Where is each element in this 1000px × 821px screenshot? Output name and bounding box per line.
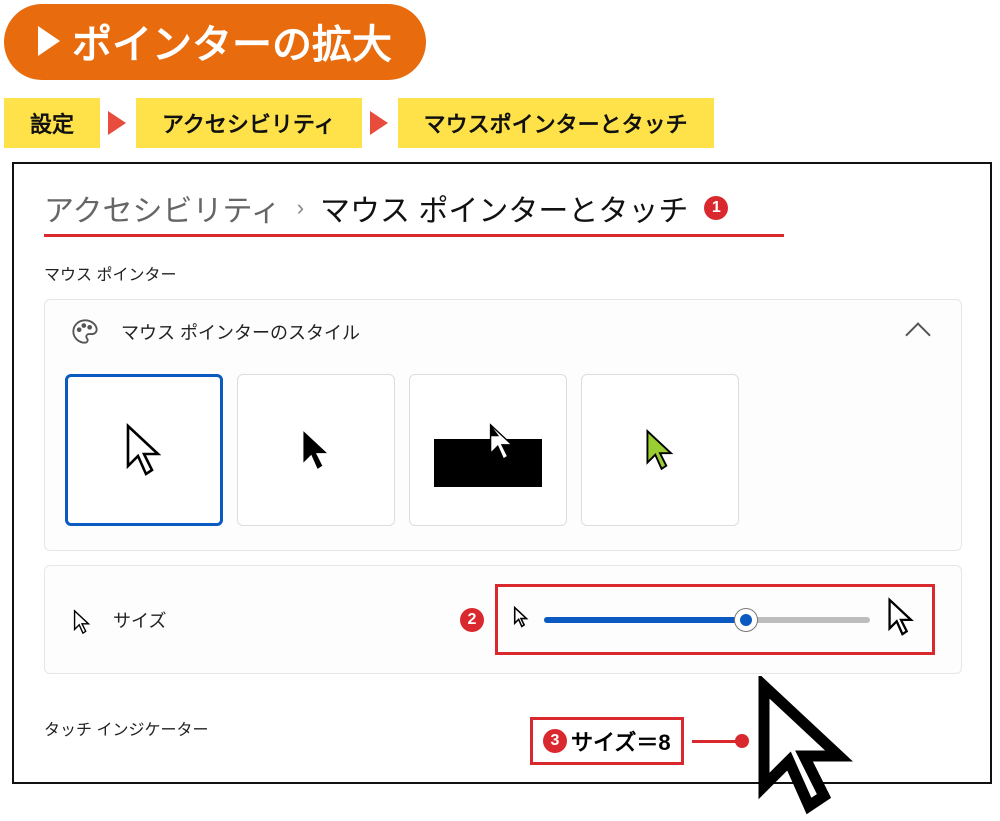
underline-highlight — [44, 234, 784, 237]
navigation-path: 設定 アクセシビリティ マウスポインターとタッチ — [4, 98, 1000, 148]
chevron-up-icon — [905, 322, 930, 347]
pointer-style-custom[interactable] — [581, 374, 739, 526]
pointer-style-title: マウス ポインターのスタイル — [121, 319, 887, 345]
pointer-style-options — [45, 364, 961, 550]
annotation-text: サイズ＝8 — [571, 725, 671, 757]
path-step-mouse-touch: マウスポインターとタッチ — [398, 98, 714, 148]
callout-badge-3: 3 — [543, 729, 567, 753]
path-step-settings: 設定 — [4, 98, 100, 148]
cursor-lime-icon — [643, 428, 677, 472]
size-value-annotation: 3 サイズ＝8 — [530, 717, 742, 765]
chevron-right-icon: › — [297, 195, 304, 221]
pointer-style-inverted[interactable] — [409, 374, 567, 526]
settings-window: アクセシビリティ › マウス ポインターとタッチ 1 マウス ポインター マウス… — [12, 162, 992, 784]
path-step-accessibility: アクセシビリティ — [136, 98, 362, 148]
pointer-size-slider[interactable] — [544, 617, 870, 623]
breadcrumb-parent[interactable]: アクセシビリティ — [44, 186, 281, 230]
section-mouse-pointer-label: マウス ポインター — [44, 261, 962, 285]
cursor-white-icon — [122, 422, 166, 478]
cursor-inverted-icon — [487, 422, 517, 462]
annotation-box: 3 サイズ＝8 — [530, 717, 684, 765]
cursor-small-icon — [71, 609, 93, 631]
pointer-style-black[interactable] — [237, 374, 395, 526]
cursor-black-icon — [299, 428, 333, 472]
callout-badge-2: 2 — [460, 608, 484, 632]
pointer-size-slider-highlight: 2 — [495, 584, 935, 655]
slider-fill — [544, 617, 746, 623]
palette-icon — [71, 318, 99, 346]
pointer-style-card: マウス ポインターのスタイル — [44, 299, 962, 551]
callout-badge-1: 1 — [704, 196, 728, 220]
annotation-dot — [735, 734, 749, 748]
annotation-connector — [692, 740, 742, 743]
enlarged-cursor-preview — [749, 676, 859, 821]
pointer-style-white[interactable] — [65, 374, 223, 526]
play-triangle-icon — [38, 26, 60, 56]
pointer-size-card: サイズ 2 — [44, 565, 962, 674]
pointer-style-expander-header[interactable]: マウス ポインターのスタイル — [45, 300, 961, 364]
chevron-right-icon — [370, 111, 388, 135]
breadcrumb: アクセシビリティ › マウス ポインターとタッチ 1 — [44, 186, 962, 230]
pointer-size-row: サイズ 2 — [45, 566, 961, 673]
breadcrumb-current: マウス ポインターとタッチ — [320, 186, 688, 230]
banner-title: ポインターの拡大 — [4, 4, 426, 80]
slider-thumb[interactable] — [735, 609, 757, 631]
cursor-min-icon — [512, 606, 530, 633]
chevron-right-icon — [108, 111, 126, 135]
cursor-max-icon — [884, 597, 918, 642]
banner-title-text: ポインターの拡大 — [72, 12, 392, 70]
pointer-size-label: サイズ — [113, 607, 166, 633]
